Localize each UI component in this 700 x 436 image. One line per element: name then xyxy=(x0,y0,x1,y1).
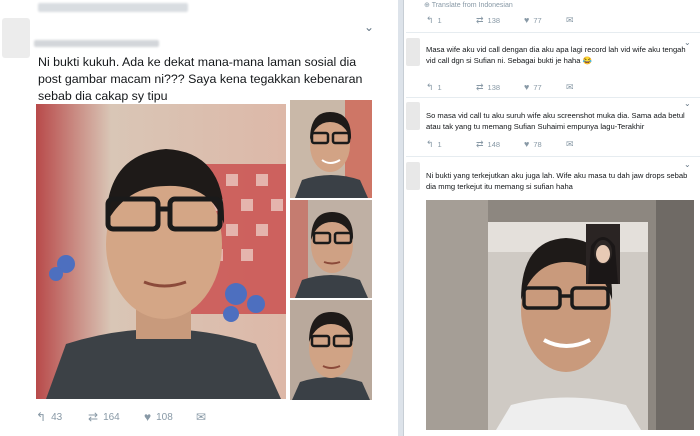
reply-button[interactable]: ↰ 1 xyxy=(426,82,442,93)
right-thread: ⊕ Translate from Indonesian ↰ 1 ⇄ 138 ♥ 77 … xyxy=(406,0,700,436)
tweet-actions: ↰ 1 ⇄ 138 ♥ 77 ✉ xyxy=(426,82,596,94)
avatar[interactable] xyxy=(406,38,420,66)
tweet-photo-main[interactable] xyxy=(36,104,286,399)
direct-message-button[interactable]: ✉ xyxy=(196,410,206,424)
reply-icon: ↰ xyxy=(426,139,434,149)
direct-message-icon: ✉ xyxy=(566,82,574,92)
direct-message-button[interactable]: ✉ xyxy=(566,139,574,150)
tweet-actions: ↰ 1 ⇄ 138 ♥ 77 ✉ xyxy=(426,15,596,27)
retweet-icon: ⇄ xyxy=(476,82,484,92)
reply-text: Ni bukti yang terkejutkan aku juga lah. … xyxy=(426,171,688,191)
video-call-screenshot[interactable] xyxy=(426,200,694,430)
retweet-button[interactable]: ⇄ 138 xyxy=(476,82,500,93)
tweet-actions: ↰ 43 ⇄ 164 ♥ 108 ✉ xyxy=(36,410,236,428)
reply-button[interactable]: ↰ 1 xyxy=(426,15,442,26)
avatar[interactable] xyxy=(406,162,420,190)
blurred-retweet-header xyxy=(38,3,188,12)
direct-message-button[interactable]: ✉ xyxy=(566,15,574,26)
direct-message-icon: ✉ xyxy=(566,139,574,149)
tweet-photo-thumbnail[interactable] xyxy=(290,300,372,400)
reply-icon: ↰ xyxy=(36,410,47,424)
reply-count: 43 xyxy=(51,411,63,423)
retweet-icon: ⇄ xyxy=(88,410,99,424)
separator xyxy=(406,32,700,33)
separator xyxy=(406,156,700,157)
direct-message-icon: ✉ xyxy=(196,410,207,424)
chevron-down-icon[interactable]: ⌄ xyxy=(684,99,691,108)
retweet-button[interactable]: ⇄ 148 xyxy=(476,139,500,150)
avatar[interactable] xyxy=(406,102,420,130)
translate-link[interactable]: ⊕ Translate from Indonesian xyxy=(424,1,513,9)
tweet-text: Ni bukti kukuh. Ada ke dekat mana-mana l… xyxy=(38,55,363,103)
like-count: 108 xyxy=(156,411,173,423)
retweet-count: 164 xyxy=(103,411,120,423)
tweet-photo-thumbnail[interactable] xyxy=(290,200,372,298)
retweet-icon: ⇄ xyxy=(476,139,484,149)
like-button[interactable]: ♥ 78 xyxy=(524,139,542,149)
like-button[interactable]: ♥ 77 xyxy=(524,82,542,92)
reply-text: Masa wife aku vid call dengan dia aku ap… xyxy=(426,45,686,65)
blurred-username[interactable] xyxy=(34,40,159,47)
tweet-photo-thumbnail[interactable] xyxy=(290,100,372,198)
left-tweet: ⌄ Ni bukti kukuh. Ada ke dekat mana-mana… xyxy=(0,0,392,436)
direct-message-icon: ✉ xyxy=(566,15,574,25)
direct-message-button[interactable]: ✉ xyxy=(566,82,574,93)
avatar[interactable] xyxy=(2,18,30,58)
reply-button[interactable]: ↰ 43 xyxy=(36,410,62,424)
heart-icon: ♥ xyxy=(524,139,530,149)
heart-icon: ♥ xyxy=(144,410,152,424)
tweet-actions: ↰ 1 ⇄ 148 ♥ 78 ✉ xyxy=(426,139,596,151)
chevron-down-icon[interactable]: ⌄ xyxy=(684,160,691,169)
reply-button[interactable]: ↰ 1 xyxy=(426,139,442,150)
reply-icon: ↰ xyxy=(426,15,434,25)
reply-icon: ↰ xyxy=(426,82,434,92)
retweet-button[interactable]: ⇄ 138 xyxy=(476,15,500,26)
heart-icon: ♥ xyxy=(524,15,530,25)
like-button[interactable]: ♥ 77 xyxy=(524,15,542,25)
heart-icon: ♥ xyxy=(524,82,530,92)
retweet-icon: ⇄ xyxy=(476,15,484,25)
separator xyxy=(406,97,700,98)
panel-divider-line xyxy=(403,0,404,436)
globe-icon: ⊕ xyxy=(424,2,430,9)
retweet-button[interactable]: ⇄ 164 xyxy=(88,410,120,424)
reply-text: So masa vid call tu aku suruh wife aku s… xyxy=(426,111,685,131)
chevron-down-icon[interactable]: ⌄ xyxy=(364,20,374,34)
like-button[interactable]: ♥ 108 xyxy=(144,410,173,424)
